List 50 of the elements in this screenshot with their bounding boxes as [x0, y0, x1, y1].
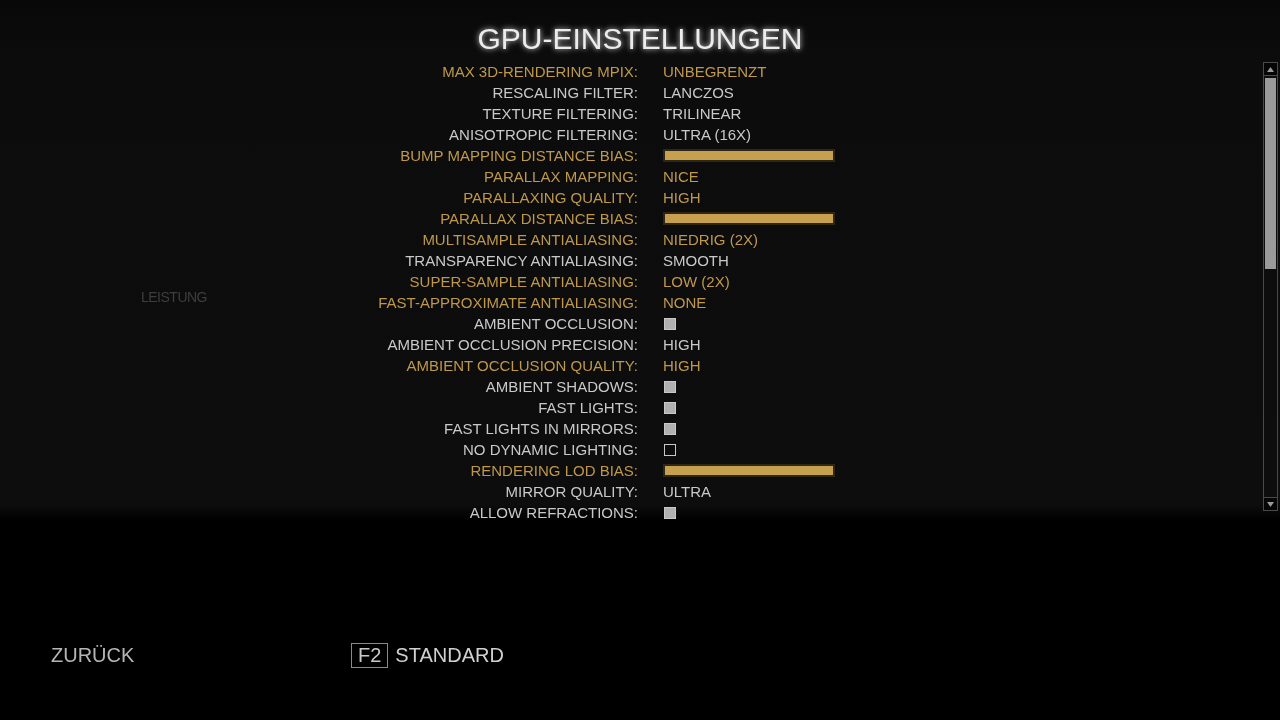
- setting-value[interactable]: LOW (2X): [663, 273, 730, 290]
- checkbox[interactable]: [664, 443, 676, 456]
- setting-label: TEXTURE FILTERING:: [482, 105, 638, 122]
- setting-label: ANISOTROPIC FILTERING:: [449, 126, 638, 143]
- back-button[interactable]: ZURÜCK: [51, 643, 135, 668]
- setting-value[interactable]: NICE: [663, 168, 699, 185]
- scroll-up-button[interactable]: [1263, 62, 1278, 76]
- setting-label: AMBIENT OCCLUSION PRECISION:: [387, 336, 638, 353]
- checkbox[interactable]: [664, 422, 676, 435]
- screen-title: GPU-EINSTELLUNGEN: [477, 22, 803, 57]
- setting-label: RESCALING FILTER:: [492, 84, 638, 101]
- up-triangle-icon: [1267, 66, 1274, 72]
- default-button[interactable]: F2 STANDARD: [351, 643, 504, 668]
- setting-value[interactable]: UNBEGRENZT: [663, 63, 767, 80]
- checkbox[interactable]: [664, 401, 676, 414]
- setting-label: MAX 3D-RENDERING MPIX:: [442, 63, 638, 80]
- setting-label: BUMP MAPPING DISTANCE BIAS:: [400, 147, 638, 164]
- setting-label: ALLOW REFRACTIONS:: [469, 504, 638, 521]
- checkbox[interactable]: [664, 506, 676, 519]
- setting-label: FAST LIGHTS IN MIRRORS:: [444, 420, 638, 437]
- key-hint: F2: [351, 643, 389, 668]
- checkbox[interactable]: [664, 380, 676, 393]
- setting-value[interactable]: LANCZOS: [663, 84, 734, 101]
- setting-label: PARALLAX MAPPING:: [484, 168, 638, 185]
- setting-label: AMBIENT OCCLUSION QUALITY:: [406, 357, 638, 374]
- setting-value[interactable]: NONE: [663, 294, 707, 311]
- setting-value[interactable]: TRILINEAR: [663, 105, 742, 122]
- setting-value[interactable]: NIEDRIG (2X): [663, 231, 758, 248]
- setting-label: RENDERING LOD BIAS:: [470, 462, 638, 479]
- setting-label: NO DYNAMIC LIGHTING:: [463, 441, 638, 458]
- setting-value[interactable]: ULTRA: [663, 483, 712, 500]
- setting-label: AMBIENT OCCLUSION:: [474, 315, 638, 332]
- setting-label: PARALLAX DISTANCE BIAS:: [440, 210, 638, 227]
- setting-value[interactable]: SMOOTH: [663, 252, 729, 269]
- scrollbar-thumb[interactable]: [1265, 78, 1276, 269]
- setting-label: AMBIENT SHADOWS:: [485, 378, 638, 395]
- setting-value[interactable]: ULTRA (16X): [663, 126, 752, 143]
- setting-value[interactable]: HIGH: [663, 357, 701, 374]
- setting-value[interactable]: HIGH: [663, 336, 701, 353]
- setting-label: FAST LIGHTS:: [538, 399, 638, 416]
- scroll-down-button[interactable]: [1263, 497, 1278, 511]
- checkbox[interactable]: [664, 317, 676, 330]
- setting-label: MULTISAMPLE ANTIALIASING:: [422, 231, 638, 248]
- setting-label: FAST-APPROXIMATE ANTIALIASING:: [378, 294, 638, 311]
- down-triangle-icon: [1267, 501, 1274, 507]
- setting-label: MIRROR QUALITY:: [505, 483, 638, 500]
- setting-label: SUPER-SAMPLE ANTIALIASING:: [409, 273, 638, 290]
- setting-label: TRANSPARENCY ANTIALIASING:: [405, 252, 638, 269]
- setting-label: PARALLAXING QUALITY:: [463, 189, 638, 206]
- setting-value[interactable]: HIGH: [663, 189, 701, 206]
